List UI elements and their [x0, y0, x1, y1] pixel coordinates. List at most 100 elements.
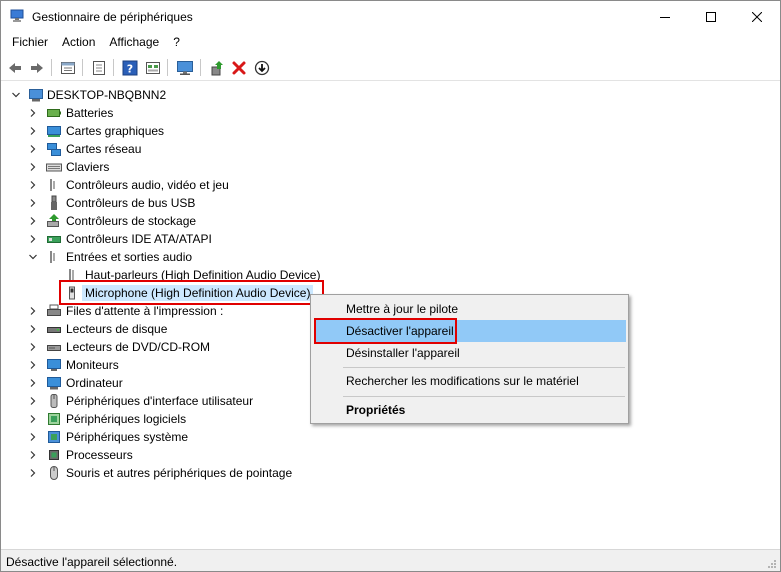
tree-item-label: Contrôleurs IDE ATA/ATAPI — [66, 232, 212, 246]
tree-item-label: Batteries — [66, 106, 114, 120]
monitor-icon — [46, 357, 62, 373]
menu-separator — [343, 367, 625, 368]
toolbar-separator — [200, 59, 201, 76]
chevron-right-icon[interactable] — [28, 432, 38, 442]
device-manager-window: Gestionnaire de périphériques Fichier Ac… — [0, 0, 781, 572]
tree-item-category[interactable]: Processeurs — [2, 446, 332, 464]
chevron-right-icon[interactable] — [28, 450, 38, 460]
chevron-right-icon[interactable] — [28, 324, 38, 334]
menu-item-scan-hardware[interactable]: Rechercher les modifications sur le maté… — [314, 370, 626, 392]
toolbar-separator — [167, 59, 168, 76]
tree-item-category[interactable]: Contrôleurs de stockage — [2, 212, 332, 230]
chevron-right-icon[interactable] — [28, 216, 38, 226]
tree-item-label: Files d'attente à l'impression : — [66, 304, 224, 318]
minimize-button[interactable] — [642, 1, 688, 32]
tree-item-category[interactable]: Lecteurs de disque — [2, 320, 332, 338]
chevron-right-icon[interactable] — [28, 414, 38, 424]
properties-sheet-icon[interactable] — [58, 58, 78, 78]
tree-item-label: Contrôleurs de stockage — [66, 214, 197, 228]
device-list-icon[interactable] — [89, 58, 109, 78]
annotation-highlight-box — [314, 318, 457, 344]
context-menu: Mettre à jour le pilote Désactiver l'app… — [310, 294, 629, 424]
display-adapter-icon — [46, 123, 62, 139]
menu-item-properties[interactable]: Propriétés — [314, 399, 626, 421]
chevron-right-icon[interactable] — [28, 144, 38, 154]
tree-item-category[interactable]: Souris et autres périphériques de pointa… — [2, 464, 332, 482]
tree-item-category[interactable]: Contrôleurs audio, vidéo et jeu — [2, 176, 332, 194]
uninstall-x-icon[interactable] — [229, 58, 249, 78]
tree-item-category[interactable]: Cartes graphiques — [2, 122, 332, 140]
download-arrow-icon[interactable] — [252, 58, 272, 78]
toolbar: ? — [1, 54, 780, 81]
tree-item-category[interactable]: Contrôleurs de bus USB — [2, 194, 332, 212]
tree-item-category[interactable]: Files d'attente à l'impression : — [2, 302, 332, 320]
tree-item-label: Ordinateur — [66, 376, 123, 390]
maximize-button[interactable] — [688, 1, 734, 32]
chevron-right-icon[interactable] — [28, 360, 38, 370]
chevron-right-icon[interactable] — [28, 468, 38, 478]
chevron-right-icon[interactable] — [28, 396, 38, 406]
chevron-right-icon[interactable] — [28, 198, 38, 208]
view-icon[interactable] — [143, 58, 163, 78]
tree-item-label: Périphériques logiciels — [66, 412, 187, 426]
toolbar-separator — [51, 59, 52, 76]
back-arrow-icon[interactable] — [5, 58, 25, 78]
tree-item-category[interactable]: Entrées et sorties audio — [2, 248, 332, 266]
device-manager-icon — [10, 9, 24, 23]
forward-arrow-icon[interactable] — [27, 58, 47, 78]
computer-icon — [28, 87, 44, 103]
tree-item-category[interactable]: Batteries — [2, 104, 332, 122]
chevron-right-icon[interactable] — [28, 378, 38, 388]
tree-item-category[interactable]: Claviers — [2, 158, 332, 176]
tree-item-label: Périphériques système — [66, 430, 189, 444]
system-device-icon — [46, 429, 62, 445]
battery-icon — [46, 105, 62, 121]
resize-grip-icon[interactable] — [767, 558, 777, 568]
tree-item-category[interactable]: Moniteurs — [2, 356, 332, 374]
svg-text:?: ? — [127, 63, 133, 76]
update-driver-icon[interactable] — [207, 58, 227, 78]
chevron-right-icon[interactable] — [28, 126, 38, 136]
window-title: Gestionnaire de périphériques — [32, 10, 193, 24]
tree-item-category[interactable]: Périphériques système — [2, 428, 332, 446]
close-button[interactable] — [734, 1, 780, 32]
chevron-right-icon[interactable] — [28, 234, 38, 244]
chevron-down-icon[interactable] — [11, 90, 21, 100]
tree-item-label: Lecteurs de disque — [66, 322, 168, 336]
tree-item-label: Cartes graphiques — [66, 124, 165, 138]
monitor-icon[interactable] — [175, 58, 195, 78]
tree-item-category[interactable]: Périphériques d'interface utilisateur — [2, 392, 332, 410]
help-icon[interactable]: ? — [120, 58, 140, 78]
tree-item-label: Processeurs — [66, 448, 133, 462]
menu-action[interactable]: Action — [55, 32, 102, 53]
processor-icon — [46, 447, 62, 463]
menu-help[interactable]: ? — [166, 32, 187, 53]
tree-root[interactable]: DESKTOP-NBQBNN2 — [2, 86, 302, 104]
hid-icon — [46, 393, 62, 409]
tree-item-category[interactable]: Cartes réseau — [2, 140, 332, 158]
menu-affichage[interactable]: Affichage — [102, 32, 166, 53]
tree-item-category[interactable]: Périphériques logiciels — [2, 410, 332, 428]
chevron-right-icon[interactable] — [28, 108, 38, 118]
chevron-right-icon[interactable] — [28, 306, 38, 316]
status-text: Désactive l'appareil sélectionné. — [6, 555, 178, 569]
ide-icon — [46, 231, 62, 247]
chevron-right-icon[interactable] — [28, 180, 38, 190]
network-icon — [46, 141, 62, 157]
chevron-right-icon[interactable] — [28, 162, 38, 172]
menu-item-uninstall-device[interactable]: Désinstaller l'appareil — [314, 342, 626, 364]
tree-item-category[interactable]: Ordinateur — [2, 374, 332, 392]
tree-item-label: Entrées et sorties audio — [66, 250, 193, 264]
tree-item-label: Lecteurs de DVD/CD-ROM — [66, 340, 211, 354]
chevron-right-icon[interactable] — [28, 342, 38, 352]
dvd-icon — [46, 339, 62, 355]
software-device-icon — [46, 411, 62, 427]
tree-item-category[interactable]: Lecteurs de DVD/CD-ROM — [2, 338, 332, 356]
tree-item-category[interactable]: Contrôleurs IDE ATA/ATAPI — [2, 230, 332, 248]
tree-item-label: Souris et autres périphériques de pointa… — [66, 466, 293, 480]
chevron-down-icon[interactable] — [28, 252, 38, 262]
menu-item-update-driver[interactable]: Mettre à jour le pilote — [314, 298, 626, 320]
tree-item-label: Contrôleurs de bus USB — [66, 196, 196, 210]
disk-drive-icon — [46, 321, 62, 337]
menu-fichier[interactable]: Fichier — [5, 32, 55, 53]
